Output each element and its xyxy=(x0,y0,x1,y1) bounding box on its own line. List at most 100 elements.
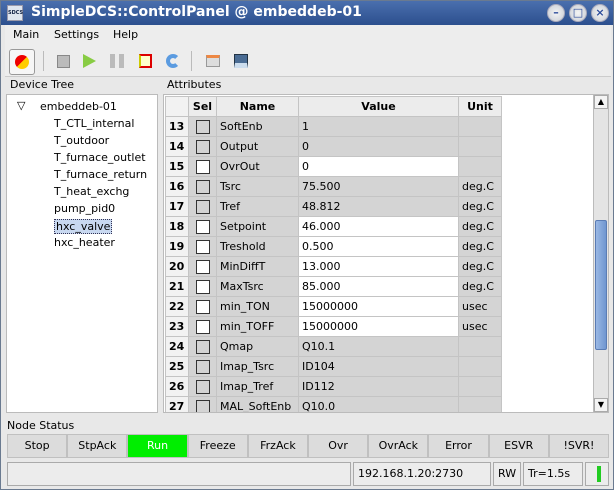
menu-main[interactable]: Main xyxy=(13,28,39,41)
sel-checkbox[interactable] xyxy=(196,379,210,394)
menu-help[interactable]: Help xyxy=(113,28,138,41)
sel-checkbox[interactable] xyxy=(196,259,210,274)
name-cell: MAL_SoftEnb xyxy=(216,396,299,412)
scroll-thumb[interactable] xyxy=(595,220,607,350)
pause-icon xyxy=(110,54,124,68)
sel-cell[interactable] xyxy=(188,256,217,277)
col-sel[interactable]: Sel xyxy=(188,96,217,117)
stop-button[interactable] xyxy=(51,49,75,73)
tree-item[interactable]: T_furnace_outlet xyxy=(54,151,146,164)
sel-checkbox[interactable] xyxy=(196,399,210,412)
export-button[interactable] xyxy=(201,49,225,73)
col-name[interactable]: Name xyxy=(216,96,299,117)
sel-checkbox[interactable] xyxy=(196,359,210,374)
sel-checkbox[interactable] xyxy=(196,319,210,334)
sel-checkbox[interactable] xyxy=(196,179,210,194)
table-row[interactable]: 17 Tref 48.812 deg.C xyxy=(165,196,502,217)
table-row[interactable]: 18 Setpoint 46.000 deg.C xyxy=(165,216,502,237)
menu-settings[interactable]: Settings xyxy=(54,28,99,41)
table-row[interactable]: 19 Treshold 0.500 deg.C xyxy=(165,236,502,257)
sel-cell[interactable] xyxy=(188,196,217,217)
value-cell[interactable]: 15000000 xyxy=(298,316,459,337)
sel-cell[interactable] xyxy=(188,236,217,257)
sel-checkbox[interactable] xyxy=(196,299,210,314)
sel-cell[interactable] xyxy=(188,376,217,397)
sel-cell[interactable] xyxy=(188,316,217,337)
value-cell: 48.812 xyxy=(298,196,459,217)
table-row[interactable]: 22 min_TON 15000000 usec xyxy=(165,296,502,317)
table-row[interactable]: 24 Qmap Q10.1 xyxy=(165,336,502,357)
sel-cell[interactable] xyxy=(188,396,217,412)
table-row[interactable]: 20 MinDiffT 13.000 deg.C xyxy=(165,256,502,277)
sel-checkbox[interactable] xyxy=(196,279,210,294)
sel-cell[interactable] xyxy=(188,356,217,377)
table-row[interactable]: 16 Tsrc 75.500 deg.C xyxy=(165,176,502,197)
value-cell[interactable]: 85.000 xyxy=(298,276,459,297)
sel-cell[interactable] xyxy=(188,156,217,177)
export-icon xyxy=(206,55,220,67)
tree-item[interactable]: hxc_heater xyxy=(54,236,115,249)
tree-item[interactable]: T_furnace_return xyxy=(54,168,147,181)
value-cell: ID104 xyxy=(298,356,459,377)
table-row[interactable]: 14 Output 0 xyxy=(165,136,502,157)
connect-button[interactable] xyxy=(9,49,35,75)
refresh-button[interactable] xyxy=(161,49,185,73)
unit-cell: deg.C xyxy=(458,216,502,237)
table-row[interactable]: 25 Imap_Tsrc ID104 xyxy=(165,356,502,377)
pause-button[interactable] xyxy=(105,49,129,73)
maximize-button[interactable]: □ xyxy=(569,4,587,22)
table-row[interactable]: 26 Imap_Tref ID112 xyxy=(165,376,502,397)
main-window: SDCS SimpleDCS::ControlPanel @ embeddeb-… xyxy=(0,0,614,490)
save-button[interactable] xyxy=(229,49,253,73)
name-cell: Imap_Tref xyxy=(216,376,299,397)
name-cell: Tref xyxy=(216,196,299,217)
value-cell[interactable]: 46.000 xyxy=(298,216,459,237)
sel-checkbox[interactable] xyxy=(196,219,210,234)
sel-cell[interactable] xyxy=(188,136,217,157)
minimize-button[interactable]: – xyxy=(547,4,565,22)
play-button[interactable] xyxy=(77,49,101,73)
node-status-bar: Stop StpAck Run Freeze FrzAck Ovr OvrAck Error E… xyxy=(7,434,610,458)
col-unit[interactable]: Unit xyxy=(458,96,502,117)
row-number: 13 xyxy=(165,116,189,137)
tree-item[interactable]: pump_pid0 xyxy=(54,202,115,215)
col-value[interactable]: Value xyxy=(298,96,459,117)
sel-checkbox[interactable] xyxy=(196,339,210,354)
value-cell[interactable]: 0 xyxy=(298,156,459,177)
tree-item[interactable]: T_heat_exchg xyxy=(54,185,129,198)
value-cell: Q10.0 xyxy=(298,396,459,412)
table-row[interactable]: 15 OvrOut 0 xyxy=(165,156,502,177)
signal-button[interactable] xyxy=(133,49,157,73)
scroll-up-icon[interactable]: ▲ xyxy=(594,95,608,109)
sel-cell[interactable] xyxy=(188,176,217,197)
tree-item[interactable]: hxc_valve xyxy=(54,219,113,234)
sel-cell[interactable] xyxy=(188,216,217,237)
close-button[interactable]: × xyxy=(591,4,609,22)
scroll-down-icon[interactable]: ▼ xyxy=(594,398,608,412)
sel-checkbox[interactable] xyxy=(196,239,210,254)
sel-checkbox[interactable] xyxy=(196,159,210,174)
value-cell[interactable]: 0.500 xyxy=(298,236,459,257)
tree-item[interactable]: T_outdoor xyxy=(54,134,109,147)
sel-checkbox[interactable] xyxy=(196,139,210,154)
sel-cell[interactable] xyxy=(188,276,217,297)
sel-checkbox[interactable] xyxy=(196,199,210,214)
tree-root[interactable]: embeddeb-01 xyxy=(40,100,117,113)
sel-cell[interactable] xyxy=(188,336,217,357)
value-cell[interactable]: 15000000 xyxy=(298,296,459,317)
name-cell: SoftEnb xyxy=(216,116,299,137)
table-row[interactable]: 27 MAL_SoftEnb Q10.0 xyxy=(165,396,502,412)
expand-icon[interactable]: ▽ xyxy=(17,99,25,112)
row-number: 22 xyxy=(165,296,189,317)
sel-cell[interactable] xyxy=(188,296,217,317)
tree-item[interactable]: T_CTL_internal xyxy=(54,117,134,130)
status-address: 192.168.1.20:2730 xyxy=(353,462,491,486)
table-row[interactable]: 23 min_TOFF 15000000 usec xyxy=(165,316,502,337)
vertical-scrollbar[interactable]: ▲ ▼ xyxy=(593,95,608,412)
name-cell: min_TOFF xyxy=(216,316,299,337)
table-row[interactable]: 13 SoftEnb 1 xyxy=(165,116,502,137)
table-row[interactable]: 21 MaxTsrc 85.000 deg.C xyxy=(165,276,502,297)
sel-cell[interactable] xyxy=(188,116,217,137)
value-cell[interactable]: 13.000 xyxy=(298,256,459,277)
sel-checkbox[interactable] xyxy=(196,119,210,134)
